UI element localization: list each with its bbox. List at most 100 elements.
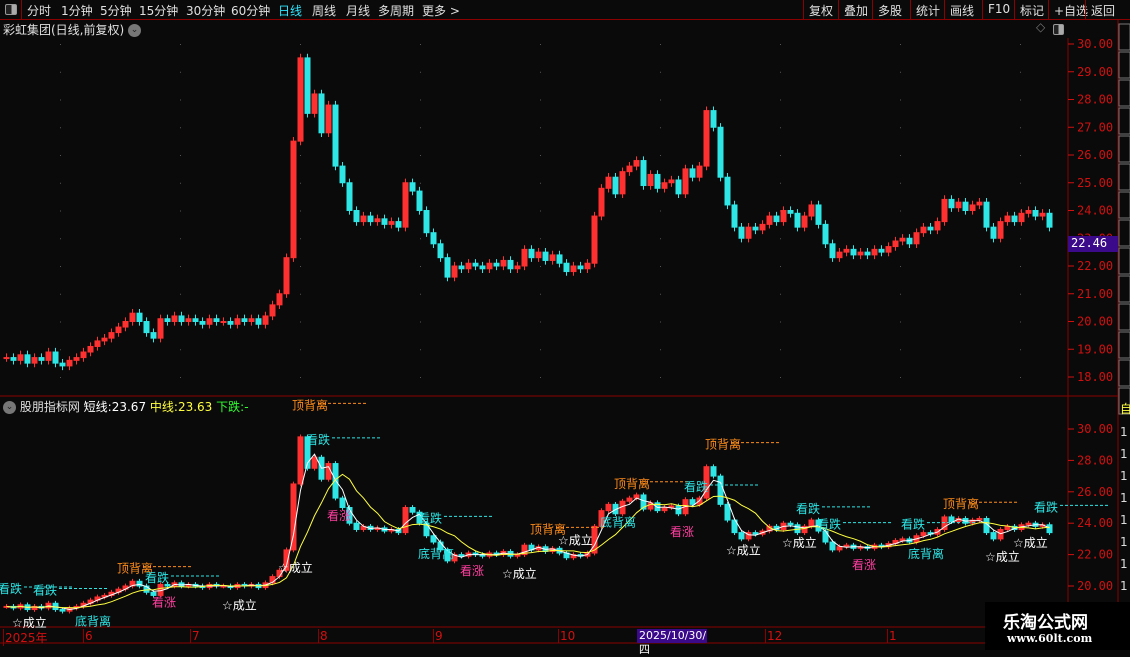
indicator-bar bbox=[297, 436, 304, 485]
indicator-bar bbox=[1046, 524, 1053, 534]
indicator-bar bbox=[752, 532, 759, 535]
candle bbox=[766, 215, 773, 225]
candle bbox=[955, 201, 962, 209]
grid-dot bbox=[60, 210, 61, 212]
candle bbox=[66, 359, 73, 367]
indicator-bar bbox=[353, 522, 360, 530]
signal-label: 底背离 bbox=[418, 546, 454, 561]
grid-dot bbox=[1020, 155, 1021, 156]
signal-label: 看跌 bbox=[418, 510, 442, 525]
grid-dot bbox=[180, 155, 181, 156]
price-tick-label: 20.00 bbox=[1077, 315, 1113, 329]
candle bbox=[381, 218, 388, 225]
candle bbox=[283, 257, 290, 295]
candle bbox=[416, 190, 423, 211]
candle bbox=[619, 171, 626, 195]
side-list-item bbox=[1118, 163, 1130, 191]
grid-dot bbox=[60, 293, 61, 295]
grid-dot bbox=[540, 377, 541, 378]
grid-dot bbox=[180, 293, 181, 295]
date-tick-label: 6 bbox=[83, 629, 93, 643]
candle bbox=[934, 221, 941, 231]
signal-label: 看跌 bbox=[796, 501, 820, 516]
side-list-item bbox=[1118, 107, 1130, 135]
indicator-bar bbox=[458, 554, 465, 557]
side-list-item bbox=[1118, 303, 1130, 331]
candle bbox=[1039, 212, 1046, 217]
side-list-item: 1 bbox=[1120, 469, 1128, 483]
candle bbox=[465, 262, 472, 270]
indicator-tick-label: 22.00 bbox=[1077, 548, 1113, 562]
grid-dot bbox=[540, 99, 541, 101]
candle bbox=[794, 212, 801, 228]
side-list-item bbox=[1118, 359, 1130, 387]
side-list-item bbox=[1118, 191, 1130, 219]
candle bbox=[717, 126, 724, 178]
indicator-bar bbox=[787, 522, 794, 526]
indicator-tick-label: 28.00 bbox=[1077, 453, 1113, 467]
grid-dot bbox=[60, 44, 61, 45]
grid-dot bbox=[420, 127, 421, 129]
short-value: 23.67 bbox=[111, 400, 147, 414]
chevron-down-icon[interactable]: ⌄ bbox=[3, 401, 16, 414]
candle bbox=[528, 248, 535, 259]
signal-label: ☆成立 bbox=[12, 615, 47, 630]
candle bbox=[339, 165, 346, 184]
candle bbox=[101, 337, 108, 342]
indicator-bar bbox=[997, 528, 1004, 540]
indicator-bar bbox=[948, 516, 955, 523]
signal-label: ☆成立 bbox=[558, 532, 593, 547]
candle bbox=[724, 176, 731, 206]
indicator-bar bbox=[290, 483, 297, 551]
candle bbox=[556, 254, 563, 264]
grid-dot bbox=[1020, 210, 1021, 212]
candle bbox=[864, 251, 871, 256]
candle bbox=[850, 248, 857, 256]
grid-dot bbox=[780, 377, 781, 378]
candle bbox=[857, 251, 864, 256]
signal-label: ☆成立 bbox=[222, 598, 257, 613]
grid-dot bbox=[780, 44, 781, 45]
grid-dot bbox=[900, 71, 901, 73]
indicator-name: 股朋指标网 bbox=[19, 400, 80, 414]
candle bbox=[297, 57, 304, 142]
candle bbox=[990, 226, 997, 239]
signal-label: 看涨 bbox=[852, 557, 876, 572]
candle bbox=[507, 259, 514, 270]
grid-dot bbox=[420, 99, 421, 101]
candle bbox=[227, 321, 234, 325]
candle bbox=[220, 321, 227, 323]
candle bbox=[150, 332, 157, 339]
grid-dot bbox=[60, 127, 61, 129]
down-value: - bbox=[244, 400, 249, 414]
indicator-bar bbox=[920, 532, 927, 537]
candle bbox=[73, 357, 80, 361]
indicator-bar bbox=[1025, 522, 1032, 526]
grid-dot bbox=[60, 266, 61, 267]
down-label: 下跌: bbox=[216, 400, 245, 414]
grid-dot bbox=[900, 127, 901, 129]
grid-dot bbox=[1020, 238, 1021, 240]
candle bbox=[892, 240, 899, 248]
signal-label: ☆成立 bbox=[502, 566, 537, 581]
grid-dot bbox=[780, 127, 781, 129]
kline-chart[interactable]: 18.0019.0020.0021.0022.0023.0024.0025.00… bbox=[0, 0, 1130, 650]
grid-dot bbox=[900, 210, 901, 212]
grid-dot bbox=[540, 210, 541, 212]
indicator-bar bbox=[724, 503, 731, 521]
grid-dot bbox=[60, 155, 61, 156]
candle bbox=[626, 165, 633, 173]
candle bbox=[458, 265, 465, 270]
signal-label: ☆成立 bbox=[782, 535, 817, 550]
indicator-bar bbox=[514, 554, 521, 557]
indicator-bar bbox=[675, 505, 682, 515]
indicator-side-tag[interactable]: 自 bbox=[1120, 400, 1130, 417]
short-label: 短线: bbox=[83, 400, 112, 414]
signal-label: 看涨 bbox=[327, 508, 351, 523]
candle bbox=[843, 248, 850, 253]
grid-dot bbox=[300, 44, 301, 45]
grid-dot bbox=[420, 71, 421, 73]
candle bbox=[584, 262, 591, 270]
candle bbox=[899, 237, 906, 242]
candle bbox=[213, 318, 220, 323]
